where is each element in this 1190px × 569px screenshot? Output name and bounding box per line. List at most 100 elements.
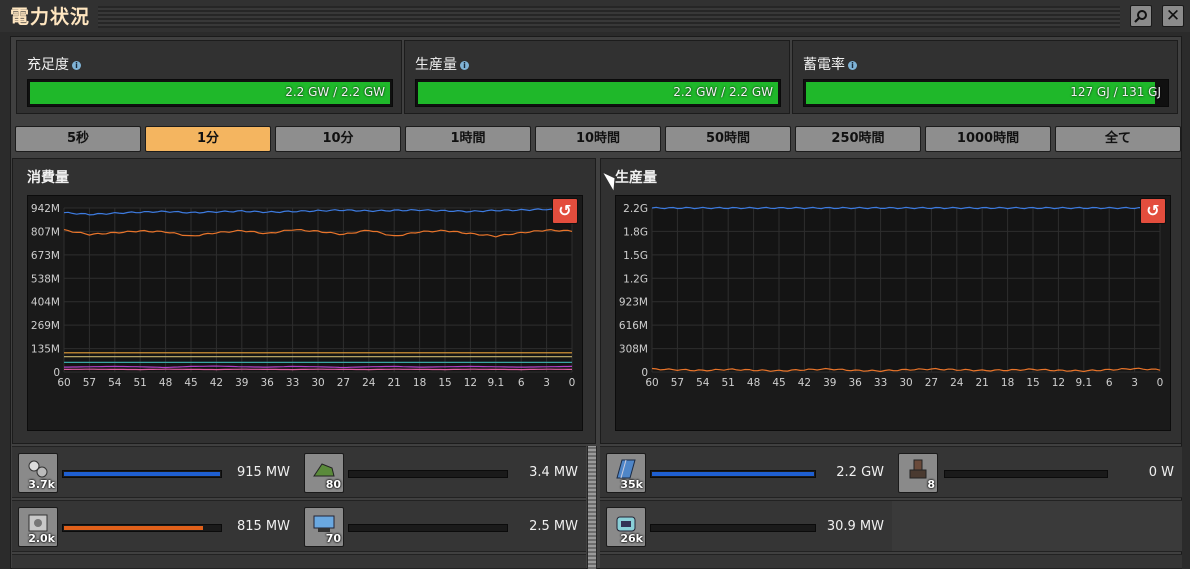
info-icon[interactable]: i (848, 61, 857, 70)
consumption-title: 消費量 (27, 170, 69, 186)
production-reset-button[interactable]: ↺ (1140, 198, 1166, 224)
consumption-y-tick-label: 404M (31, 297, 60, 309)
consumption-x-tick-label: 3 (543, 377, 550, 389)
consumption-reset-button[interactable]: ↺ (552, 198, 578, 224)
production-x-tick-label: 24 (950, 377, 964, 389)
consumption-chart: 60 57 54 51 48 45 42 39 36 33 30 27 24 21 18 15 12 9.1 6 3 0… (31, 203, 575, 389)
production-stat-panel: 生産量 i 2.2 GW / 2.2 GW (404, 40, 790, 114)
list-item[interactable] (600, 554, 892, 569)
production-y-tick-label: 2.2G (623, 203, 648, 215)
production-x-tick-label: 3 (1131, 377, 1138, 389)
storage-bar: 127 GJ / 131 GJ (803, 79, 1169, 107)
beacon-icon: 70 (304, 507, 344, 547)
list-scrollbar[interactable] (587, 446, 597, 569)
time-button-all[interactable]: 全て (1055, 126, 1181, 152)
item-value: 0 W (1148, 465, 1174, 480)
consumption-x-tick-label: 48 (159, 377, 172, 389)
consumption-x-tick-label: 27 (337, 377, 350, 389)
list-item[interactable]: 80 3.4 MW (298, 446, 586, 498)
item-value: 815 MW (236, 519, 290, 534)
production-x-tick-label: 51 (722, 377, 735, 389)
storage-value: 127 GJ / 131 GJ (1070, 85, 1161, 99)
consumption-y-tick-label: 538M (31, 273, 60, 285)
item-value: 915 MW (236, 465, 290, 480)
scrollbar-thumb[interactable] (588, 446, 596, 569)
usage-bar (348, 470, 508, 478)
time-button-1h[interactable]: 1時間 (405, 126, 531, 152)
consumption-x-tick-label: 24 (362, 377, 376, 389)
list-item[interactable] (298, 554, 586, 569)
time-button-10h[interactable]: 10時間 (535, 126, 661, 152)
time-button-50h[interactable]: 50時間 (665, 126, 791, 152)
production-x-tick-label: 15 (1026, 377, 1039, 389)
consumption-x-tick-label: 30 (311, 377, 324, 389)
consumption-y-tick-label: 135M (31, 344, 60, 356)
list-item[interactable]: 2.0k 815 MW (12, 500, 298, 552)
time-button-1m[interactable]: 1分 (145, 126, 271, 152)
reset-icon: ↺ (1146, 201, 1160, 220)
consumption-x-tick-label: 18 (413, 377, 426, 389)
item-value: 2.5 MW (529, 519, 578, 534)
item-count: 80 (325, 478, 341, 491)
production-x-tick-label: 42 (798, 377, 811, 389)
close-icon: ✕ (1165, 6, 1181, 26)
production-plot[interactable]: 60 57 54 51 48 45 42 39 36 33 30 27 24 21 18 15 12 9.1 6 3 0… (615, 195, 1171, 431)
consumption-x-tick-label: 9.1 (487, 377, 504, 389)
consumption-x-tick-label: 15 (438, 377, 451, 389)
consumption-x-tick-label: 12 (464, 377, 477, 389)
consumption-y-tick-label: 0 (53, 367, 60, 379)
consumption-y-tick-label: 269M (31, 320, 60, 332)
title-bar: 電力状況 ✕ (0, 0, 1190, 32)
production-y-tick-label: 1.8G (623, 226, 648, 238)
production-x-tick-label: 39 (823, 377, 836, 389)
list-item[interactable]: 35k 2.2 GW (600, 446, 892, 498)
consumption-x-tick-label: 51 (134, 377, 147, 389)
production-x-tick-label: 12 (1052, 377, 1065, 389)
production-x-tick-label: 48 (747, 377, 760, 389)
solar-panel-icon: 35k (606, 453, 646, 493)
production-chart: 60 57 54 51 48 45 42 39 36 33 30 27 24 21 18 15 12 9.1 6 3 0… (619, 203, 1164, 389)
time-button-250h[interactable]: 250時間 (795, 126, 921, 152)
drag-handle[interactable] (98, 6, 1120, 28)
production-x-tick-label: 0 (1157, 377, 1164, 389)
time-button-1000h[interactable]: 1000時間 (925, 126, 1051, 152)
close-button[interactable]: ✕ (1162, 5, 1184, 27)
usage-bar (62, 470, 222, 478)
item-count: 8 (927, 478, 935, 491)
list-item[interactable] (12, 554, 298, 569)
list-item[interactable] (892, 554, 1182, 569)
reset-icon: ↺ (558, 201, 572, 220)
info-icon[interactable]: i (72, 61, 81, 70)
search-button[interactable] (1130, 5, 1152, 27)
production-x-tick-label: 45 (772, 377, 785, 389)
production-x-tick-label: 6 (1106, 377, 1113, 389)
consumption-x-tick-label: 54 (108, 377, 122, 389)
consumption-panel: 消費量 60 57 54 51 48 45 42 39 36 33 30 27 24 21 18 15 12 9.… (12, 158, 596, 444)
production-title: 生産量 (615, 170, 657, 186)
production-stat-value: 2.2 GW / 2.2 GW (673, 85, 773, 99)
production-x-tick-label: 36 (849, 377, 863, 389)
list-item[interactable]: 26k 30.9 MW (600, 500, 892, 552)
consumption-x-tick-label: 33 (286, 377, 299, 389)
usage-bar (650, 524, 816, 532)
consumption-series-line (64, 365, 573, 369)
consumption-plot[interactable]: 60 57 54 51 48 45 42 39 36 33 30 27 24 21 18 15 12 9.1 6 3 0… (27, 195, 583, 431)
satisfaction-value: 2.2 GW / 2.2 GW (285, 85, 385, 99)
production-grid (651, 207, 1161, 373)
time-button-10m[interactable]: 10分 (275, 126, 401, 152)
pumpjack-icon: 80 (304, 453, 344, 493)
gear-assembly-icon: 3.7k (18, 453, 58, 493)
production-x-tick-label: 27 (925, 377, 938, 389)
production-y-tick-label: 0 (641, 367, 648, 379)
list-item[interactable]: 8 0 W (892, 446, 1182, 498)
time-button-5s[interactable]: 5秒 (15, 126, 141, 152)
consumption-x-tick-label: 57 (83, 377, 96, 389)
list-item[interactable]: 3.7k 915 MW (12, 446, 298, 498)
steam-engine-icon: 8 (898, 453, 938, 493)
list-item[interactable]: 70 2.5 MW (298, 500, 586, 552)
consumption-x-tick-label: 39 (235, 377, 248, 389)
production-y-tick-label: 923M (619, 297, 648, 309)
info-icon[interactable]: i (460, 61, 469, 70)
usage-bar (348, 524, 508, 532)
production-y-tick-label: 1.5G (623, 250, 648, 262)
